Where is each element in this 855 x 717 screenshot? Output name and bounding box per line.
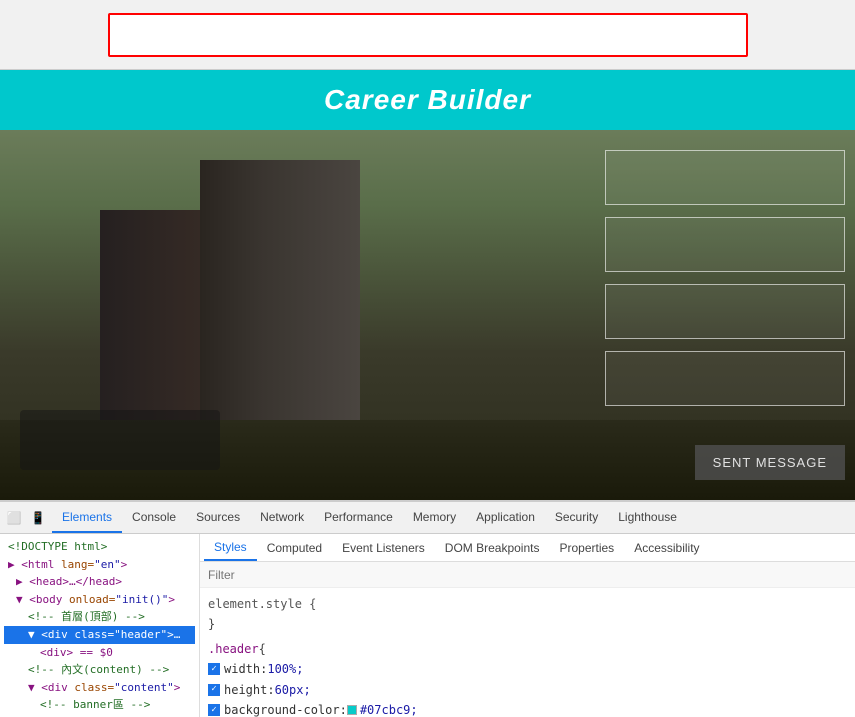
tab-memory[interactable]: Memory [403,502,466,533]
element-style-label: element.style { [208,594,316,614]
filter-bar [200,562,855,588]
dom-comment-banner: <!-- banner區 --> [4,696,195,714]
tab-security[interactable]: Security [545,502,608,533]
dom-comment-top: <!-- 首層(頂部) --> [4,608,195,626]
tab-performance[interactable]: Performance [314,502,403,533]
browser-chrome [0,0,855,70]
sent-message-button[interactable]: SENT MESSAGE [695,445,845,480]
overlay-box-4 [605,351,845,406]
device-icon[interactable]: 📱 [28,508,48,528]
devtools-subtabs-row: Styles Computed Event Listeners DOM Brea… [200,534,855,562]
tab-lighthouse[interactable]: Lighthouse [608,502,687,533]
site-preview: Career Builder SENT MESSAGE [0,70,855,500]
css-prop-bgcolor-label: background-color: [224,700,347,717]
tab-console[interactable]: Console [122,502,186,533]
address-bar[interactable] [108,13,748,57]
element-style-brace-close: } [208,614,215,634]
css-prop-width: width: 100%; [208,659,847,679]
subtab-properties[interactable]: Properties [549,534,624,561]
subtab-computed[interactable]: Computed [257,534,332,561]
dom-div-content[interactable]: ▼ <div class="content"> [4,679,195,697]
dom-div-s0[interactable]: <div> == $0 [4,644,195,662]
css-value-bgcolor: #07cbc9; [360,700,418,717]
site-header: Career Builder [0,70,855,130]
dom-doctype: <!DOCTYPE html> [4,538,195,556]
devtools-panel: ⬜ 📱 Elements Console Sources Network Per… [0,500,855,717]
subtab-dom-breakpoints[interactable]: DOM Breakpoints [435,534,550,561]
subtab-accessibility[interactable]: Accessibility [624,534,709,561]
motorcycles [20,410,220,470]
element-style-close: } [208,614,847,634]
subtab-event-listeners[interactable]: Event Listeners [332,534,435,561]
css-value-height: 60px; [275,680,311,700]
css-prop-bgcolor: background-color: #07cbc9; [208,700,847,717]
css-checkbox-width[interactable] [208,663,220,675]
css-value-width: 100%; [267,659,303,679]
site-title: Career Builder [324,84,531,116]
element-style-open: element.style { [208,594,847,614]
tab-elements[interactable]: Elements [52,502,122,533]
dom-tree: <!DOCTYPE html> ▶ <html lang="en"> ▶ <he… [0,534,200,717]
color-swatch-header[interactable] [347,705,357,715]
dom-body[interactable]: ▼ <body onload="init()"> [4,591,195,609]
devtools-content: <!DOCTYPE html> ▶ <html lang="en"> ▶ <he… [0,534,855,717]
inspect-icon[interactable]: ⬜ [4,508,24,528]
css-brace-open: { [259,639,266,659]
overlay-boxes [605,150,845,406]
overlay-box-1 [605,150,845,205]
dom-html[interactable]: ▶ <html lang="en"> [4,556,195,574]
devtools-tabs-row: ⬜ 📱 Elements Console Sources Network Per… [0,502,855,534]
subtab-styles[interactable]: Styles [204,534,257,561]
css-prop-width-label: width: [224,659,267,679]
css-prop-height-label: height: [224,680,275,700]
tab-network[interactable]: Network [250,502,314,533]
hero-area: SENT MESSAGE [0,130,855,500]
header-selector-line: .header { [208,639,847,659]
dom-head[interactable]: ▶ <head>…</head> [4,573,195,591]
css-checkbox-bgcolor[interactable] [208,704,220,716]
dom-div-header[interactable]: ▼ <div class="header">… [4,626,195,644]
filter-input[interactable] [208,568,408,582]
overlay-box-2 [605,217,845,272]
overlay-box-3 [605,284,845,339]
css-panel: element.style { } .header { width: 100%; [200,588,855,717]
tab-sources[interactable]: Sources [186,502,250,533]
dom-comment-content: <!-- 內文(content) --> [4,661,195,679]
css-selector-header: .header [208,639,259,659]
css-checkbox-height[interactable] [208,684,220,696]
css-prop-height: height: 60px; [208,680,847,700]
tab-application[interactable]: Application [466,502,545,533]
